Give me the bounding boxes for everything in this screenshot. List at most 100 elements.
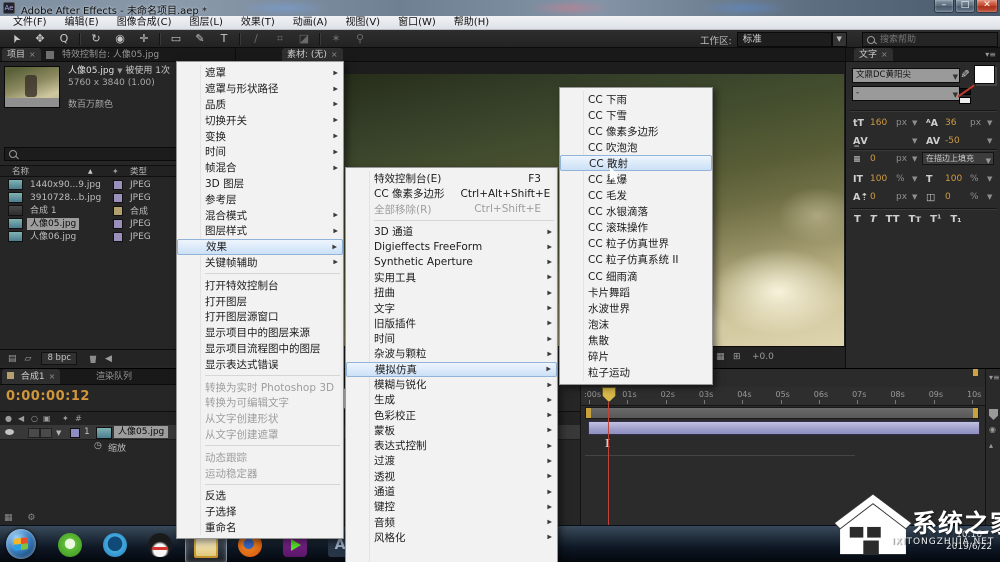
eyedropper-icon[interactable]: ✎ — [957, 69, 971, 81]
menu-item[interactable]: 实用工具 ▶ — [346, 270, 557, 285]
switch-box[interactable] — [28, 428, 40, 438]
zoom-tool-icon[interactable]: Q — [52, 30, 76, 47]
dropdown-arrow-icon[interactable]: ▼ — [912, 175, 917, 183]
layer-label-color[interactable] — [70, 428, 80, 438]
type-style-button-3[interactable]: Tт — [909, 214, 922, 225]
menu-item[interactable]: 转换为实时 Photoshop 3D — [177, 379, 343, 395]
menubar-item-5[interactable]: 动画(A) — [284, 16, 337, 30]
rotate-tool-icon[interactable]: ↻ — [84, 30, 108, 47]
fill-over-stroke-dropdown[interactable]: 在描边上填充 ▼ — [922, 152, 994, 165]
menu-item[interactable]: 显示项目中的图层来源 — [177, 325, 343, 341]
dropdown-arrow-icon[interactable]: ▼ — [987, 175, 992, 183]
menu-item[interactable]: CC 水银滴落 — [560, 204, 712, 220]
menubar-item-7[interactable]: 窗口(W) — [389, 16, 445, 30]
menu-item[interactable]: CC 像素多边形 Ctrl+Alt+Shift+E — [346, 186, 557, 201]
menu-item[interactable]: 帧混合 ▶ — [177, 160, 343, 176]
taskbar-app-browser-360[interactable] — [50, 528, 90, 561]
roto-brush-tool-icon[interactable]: ✶ — [324, 30, 348, 47]
brush-tool-icon[interactable]: ∕ — [244, 30, 268, 47]
interpret-footage-icon[interactable]: ▤ — [8, 354, 17, 364]
tab-character[interactable]: 文字 × — [854, 48, 893, 61]
no-fill-swatch[interactable] — [959, 97, 971, 104]
menu-item[interactable]: 重命名 — [177, 520, 343, 536]
taskbar-app-qq[interactable] — [140, 528, 180, 561]
menu-item[interactable]: 变换 ▶ — [177, 128, 343, 144]
menu-item[interactable]: 风格化 ▶ — [346, 530, 557, 545]
delete-icon[interactable] — [89, 355, 97, 363]
menu-item[interactable]: 模糊与锐化 ▶ — [346, 377, 557, 392]
menu-item[interactable]: 杂波与颗粒 ▶ — [346, 346, 557, 361]
leading-value[interactable]: 36 — [945, 118, 956, 128]
menu-item[interactable]: 时间 ▶ — [346, 331, 557, 346]
work-area-bar[interactable] — [585, 407, 979, 419]
type-style-button-1[interactable]: T — [870, 214, 877, 225]
menu-item[interactable]: 生成 ▶ — [346, 392, 557, 407]
menu-item[interactable]: 水波世界 — [560, 300, 712, 316]
tab-footage[interactable]: 素材: (无) × — [282, 48, 343, 61]
close-icon[interactable]: × — [29, 50, 36, 59]
menu-item[interactable]: 过渡 ▶ — [346, 453, 557, 468]
menu-item[interactable]: 键控 ▶ — [346, 499, 557, 514]
tab-composition[interactable]: 合成1 × — [2, 369, 61, 384]
bit-depth-chip[interactable]: 8 bpc — [41, 352, 78, 365]
work-area-end-icon[interactable] — [973, 369, 978, 376]
menu-item[interactable]: 卡片舞蹈 — [560, 284, 712, 300]
type-tool-icon[interactable]: T — [212, 30, 236, 47]
project-search-input[interactable] — [20, 148, 183, 160]
shy-icon[interactable] — [989, 409, 998, 420]
timeline-footer-icons[interactable]: ▦ ⚙ — [4, 513, 41, 523]
menu-item[interactable]: 显示表达式错误 — [177, 356, 343, 372]
menu-item[interactable]: 色彩校正 ▶ — [346, 407, 557, 422]
menu-item[interactable]: 遮罩与形状路径 ▶ — [177, 81, 343, 97]
menu-item[interactable]: Digieffects FreeForm ▶ — [346, 239, 557, 254]
pan-behind-tool-icon[interactable]: ✛ — [132, 30, 156, 47]
dropdown-arrow-icon[interactable]: ▼ — [912, 137, 917, 145]
menu-item[interactable]: CC 下雪 — [560, 107, 712, 123]
tracking-value[interactable]: -50 — [945, 136, 960, 146]
menu-item[interactable]: 关键帧辅助 ▶ — [177, 255, 343, 271]
menubar-item-3[interactable]: 图层(L) — [180, 16, 231, 30]
panel-menu-icon[interactable]: ▾≡ — [985, 50, 996, 59]
menu-item[interactable]: 打开图层源窗口 — [177, 309, 343, 325]
font-family-dropdown[interactable]: 文鼎DC黄阳尖 ▼ — [852, 68, 960, 83]
dropdown-arrow-icon[interactable]: ▼ — [912, 155, 917, 163]
menu-item[interactable]: 从文字创建遮罩 — [177, 427, 343, 443]
dropdown-arrow-icon[interactable]: ▼ — [987, 137, 992, 145]
menu-item[interactable]: 透视 ▶ — [346, 469, 557, 484]
font-style-dropdown[interactable]: - ▼ — [852, 86, 960, 101]
scroll-up-icon[interactable]: ▴ — [989, 441, 993, 450]
menu-item[interactable]: 打开图层 — [177, 293, 343, 309]
clone-stamp-tool-icon[interactable]: ⌗ — [268, 30, 292, 47]
menu-item[interactable]: 动态跟踪 — [177, 449, 343, 465]
menu-item[interactable]: 特效控制台(E) F3 — [346, 171, 557, 186]
type-style-button-5[interactable]: T₁ — [950, 214, 961, 225]
type-style-button-4[interactable]: T¹ — [930, 214, 941, 225]
column-type[interactable]: 类型 — [130, 166, 147, 178]
menu-item[interactable]: CC 吹泡泡 — [560, 139, 712, 155]
close-icon[interactable]: × — [331, 50, 338, 59]
menu-item[interactable]: 碎片 — [560, 349, 712, 365]
layer-name[interactable]: 人像05.jpg — [114, 426, 169, 438]
menu-item[interactable]: CC 散射 — [560, 155, 712, 172]
view-options-icon[interactable]: ▦ — [716, 352, 725, 362]
menu-item[interactable]: 表达式控制 ▶ — [346, 438, 557, 453]
menu-item[interactable]: 效果 ▶ — [177, 238, 343, 255]
help-search-box[interactable] — [862, 32, 998, 47]
menu-item[interactable]: 扭曲 ▶ — [346, 285, 557, 300]
property-name[interactable]: 缩放 — [108, 441, 126, 454]
maximize-button[interactable]: □ — [955, 0, 975, 13]
column-name[interactable]: 名称 — [12, 166, 29, 178]
menu-item[interactable]: 时间 ▶ — [177, 144, 343, 160]
menu-item[interactable]: 切换开关 ▶ — [177, 112, 343, 128]
camera-tool-icon[interactable]: ◉ — [108, 30, 132, 47]
graph-editor-icon[interactable]: ◉ — [989, 425, 996, 434]
menu-item[interactable]: 反选 — [177, 488, 343, 504]
tab-effect-controls[interactable]: 特效控制台: 人像05.jpg — [62, 49, 159, 61]
eye-icon[interactable] — [5, 429, 14, 435]
menu-item[interactable]: CC 像素多边形 — [560, 123, 712, 139]
menu-item[interactable]: 通道 ▶ — [346, 484, 557, 499]
menu-item[interactable]: 泡沫 — [560, 316, 712, 332]
panel-menu-icon[interactable]: ▾≡ — [989, 373, 1000, 382]
pen-tool-icon[interactable]: ✎ — [188, 30, 212, 47]
menu-item[interactable]: 旧版插件 ▶ — [346, 316, 557, 331]
